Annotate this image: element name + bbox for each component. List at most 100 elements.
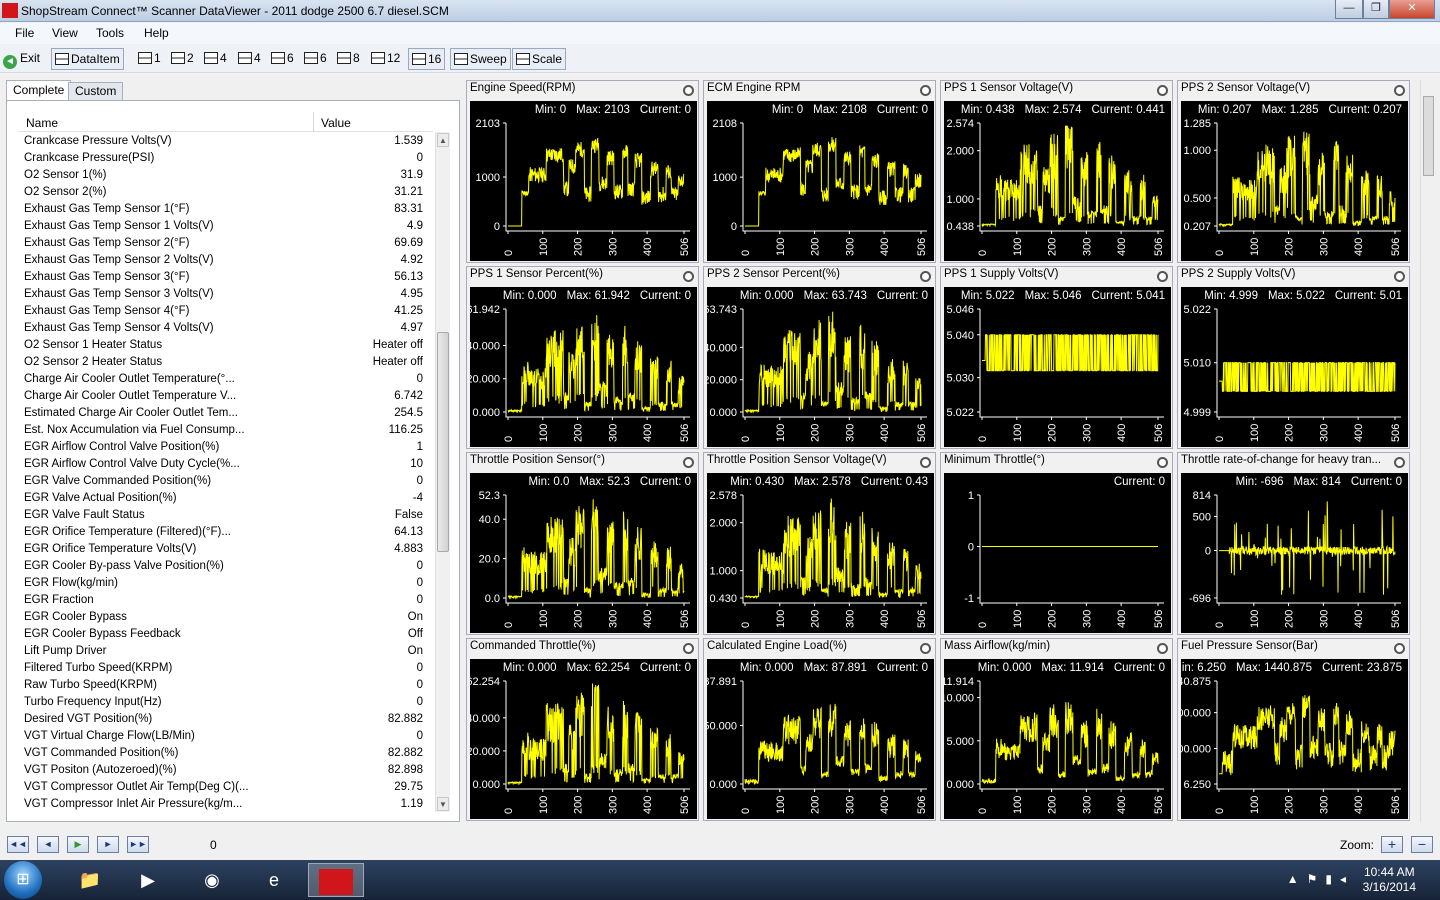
- graph-scrollbar[interactable]: [1420, 80, 1436, 822]
- layout-16-button[interactable]: 16: [408, 48, 446, 70]
- graph-settings-icon[interactable]: [1394, 643, 1405, 654]
- table-row[interactable]: Desired VGT Position(%) 82.882: [19, 711, 433, 728]
- table-row[interactable]: EGR Cooler Bypass Feedback Off: [19, 626, 433, 643]
- table-row[interactable]: EGR Cooler By-pass Valve Position(%) 0: [19, 558, 433, 575]
- table-row[interactable]: EGR Orifice Temperature Volts(V) 4.883: [19, 541, 433, 558]
- first-frame-button[interactable]: ◄◄: [7, 836, 29, 853]
- layout-2-button[interactable]: 2: [171, 48, 194, 70]
- table-row[interactable]: Charge Air Cooler Outlet Temperature V..…: [19, 388, 433, 405]
- graph-panel[interactable]: PPS 1 Supply Volts(V) 5.046 5.040 5.030 5.02…: [940, 266, 1173, 449]
- table-row[interactable]: EGR Valve Commanded Position(%) 0: [19, 473, 433, 490]
- chrome-icon[interactable]: ◉: [184, 863, 240, 897]
- graph-settings-icon[interactable]: [1394, 271, 1405, 282]
- table-row[interactable]: VGT Compressor Outlet Air Temp(Deg C)(..…: [19, 779, 433, 796]
- tab-complete[interactable]: Complete: [6, 80, 72, 100]
- graph-panel[interactable]: Throttle Position Sensor Voltage(V) 2.578…: [703, 452, 936, 635]
- media-player-icon[interactable]: ▶: [120, 863, 176, 897]
- table-row[interactable]: EGR Cooler Bypass On: [19, 609, 433, 626]
- zoom-in-button[interactable]: +: [1381, 836, 1403, 853]
- sweep-button[interactable]: Sweep: [450, 48, 511, 70]
- graph-settings-icon[interactable]: [920, 643, 931, 654]
- menu-view[interactable]: View: [52, 26, 78, 40]
- exit-button[interactable]: ◄ Exit: [3, 48, 40, 70]
- column-divider[interactable]: [313, 112, 314, 132]
- graph-panel[interactable]: Minimum Throttle(°) 1 0 -1 0 100 200 300 400 506 C…: [940, 452, 1173, 635]
- table-row[interactable]: Estimated Charge Air Cooler Outlet Tem..…: [19, 405, 433, 422]
- last-frame-button[interactable]: ►►: [127, 836, 149, 853]
- table-row[interactable]: EGR Orifice Temperature (Filtered)(°F)..…: [19, 524, 433, 541]
- internet-explorer-icon[interactable]: e: [246, 863, 302, 897]
- dataitem-button[interactable]: DataItem: [51, 48, 124, 70]
- graph-settings-icon[interactable]: [1394, 457, 1405, 468]
- layout-6-button[interactable]: 6: [271, 48, 294, 70]
- table-row[interactable]: Exhaust Gas Temp Sensor 4(°F) 41.25: [19, 303, 433, 320]
- graph-settings-icon[interactable]: [920, 457, 931, 468]
- layout-4-button[interactable]: 4: [204, 48, 227, 70]
- explorer-icon[interactable]: 📁: [62, 863, 118, 897]
- graph-settings-icon[interactable]: [683, 643, 694, 654]
- graph-settings-icon[interactable]: [1157, 271, 1168, 282]
- graph-settings-icon[interactable]: [683, 85, 694, 96]
- table-row[interactable]: Exhaust Gas Temp Sensor 2 Volts(V) 4.92: [19, 252, 433, 269]
- table-row[interactable]: EGR Valve Actual Position(%) -4: [19, 490, 433, 507]
- table-row[interactable]: O2 Sensor 1 Heater Status Heater off: [19, 337, 433, 354]
- graph-panel[interactable]: Throttle Position Sensor(°) 52.3 40.0 20.0 0…: [466, 452, 699, 635]
- menu-tools[interactable]: Tools: [96, 26, 124, 40]
- graph-settings-icon[interactable]: [920, 85, 931, 96]
- scroll-thumb[interactable]: [437, 332, 449, 552]
- table-row[interactable]: Crankcase Pressure Volts(V) 1.539: [19, 133, 433, 150]
- graph-settings-icon[interactable]: [683, 457, 694, 468]
- graph-panel[interactable]: Commanded Throttle(%) 62.254 40.000 20.000 0…: [466, 638, 699, 821]
- play-button[interactable]: ▶: [67, 836, 89, 853]
- menu-help[interactable]: Help: [144, 26, 169, 40]
- minimize-button[interactable]: —: [1335, 0, 1363, 19]
- table-row[interactable]: O2 Sensor 1(%) 31.9: [19, 167, 433, 184]
- table-row[interactable]: Filtered Turbo Speed(KRPM) 0: [19, 660, 433, 677]
- table-row[interactable]: Exhaust Gas Temp Sensor 3(°F) 56.13: [19, 269, 433, 286]
- table-row[interactable]: VGT Commanded Position(%) 82.882: [19, 745, 433, 762]
- graph-panel[interactable]: Calculated Engine Load(%) 87.891 50.000 0.0…: [703, 638, 936, 821]
- layout-1-button[interactable]: 1: [138, 48, 161, 70]
- scroll-down-icon[interactable]: ▼: [437, 797, 449, 811]
- graph-settings-icon[interactable]: [1157, 457, 1168, 468]
- table-row[interactable]: EGR Valve Fault Status False: [19, 507, 433, 524]
- start-button[interactable]: ⊞: [4, 861, 42, 899]
- graph-scroll-thumb[interactable]: [1423, 96, 1434, 176]
- table-row[interactable]: Charge Air Cooler Outlet Temperature(°..…: [19, 371, 433, 388]
- close-button[interactable]: ✕: [1389, 0, 1435, 19]
- table-row[interactable]: Lift Pump Driver On: [19, 643, 433, 660]
- layout-8-button[interactable]: 8: [337, 48, 360, 70]
- graph-panel[interactable]: PPS 2 Sensor Percent(%) 63.743 40.000 20.00…: [703, 266, 936, 449]
- graph-settings-icon[interactable]: [1157, 85, 1168, 96]
- graph-settings-icon[interactable]: [1394, 85, 1405, 96]
- graph-panel[interactable]: PPS 1 Sensor Voltage(V) 2.574 2.000 1.000 0.…: [940, 80, 1173, 263]
- table-row[interactable]: VGT Virtual Charge Flow(LB/Min) 0: [19, 728, 433, 745]
- table-row[interactable]: O2 Sensor 2(%) 31.21: [19, 184, 433, 201]
- layout-12-button[interactable]: 12: [371, 48, 400, 70]
- table-row[interactable]: VGT Compressor Inlet Air Pressure(kg/m..…: [19, 796, 433, 811]
- graph-panel[interactable]: Mass Airflow(kg/min) 11.914 10.000 5.000 0.0…: [940, 638, 1173, 821]
- table-row[interactable]: EGR Fraction 0: [19, 592, 433, 609]
- graph-panel[interactable]: PPS 2 Sensor Voltage(V) 1.285 1.000 0.500 0.…: [1177, 80, 1410, 263]
- table-row[interactable]: Exhaust Gas Temp Sensor 1(°F) 83.31: [19, 201, 433, 218]
- graph-panel[interactable]: Throttle rate-of-change for heavy tran..…: [1177, 452, 1410, 635]
- graph-settings-icon[interactable]: [920, 271, 931, 282]
- next-frame-button[interactable]: ►: [97, 836, 119, 853]
- table-row[interactable]: Turbo Frequency Input(Hz) 0: [19, 694, 433, 711]
- clock[interactable]: 10:44 AM 3/16/2014: [1363, 865, 1416, 895]
- layout-4b-button[interactable]: 4: [238, 48, 261, 70]
- prev-frame-button[interactable]: ◄: [37, 836, 59, 853]
- graph-panel[interactable]: PPS 2 Supply Volts(V) 5.022 5.010 4.999 0 100…: [1177, 266, 1410, 449]
- table-row[interactable]: Crankcase Pressure(PSI) 0: [19, 150, 433, 167]
- table-row[interactable]: EGR Airflow Control Valve Position(%) 1: [19, 439, 433, 456]
- graph-panel[interactable]: PPS 1 Sensor Percent(%) 61.942 40.000 20.00…: [466, 266, 699, 449]
- menu-file[interactable]: File: [15, 26, 34, 40]
- graph-panel[interactable]: Fuel Pressure Sensor(Bar) 1440.875 1000.00…: [1177, 638, 1410, 821]
- table-row[interactable]: Exhaust Gas Temp Sensor 3 Volts(V) 4.95: [19, 286, 433, 303]
- graph-settings-icon[interactable]: [683, 271, 694, 282]
- table-row[interactable]: EGR Flow(kg/min) 0: [19, 575, 433, 592]
- column-value-header[interactable]: Value: [321, 116, 351, 130]
- table-row[interactable]: VGT Positon (Autozeroed)(%) 82.898: [19, 762, 433, 779]
- table-row[interactable]: EGR Airflow Control Valve Duty Cycle(%..…: [19, 456, 433, 473]
- shopstream-task-icon[interactable]: [308, 863, 364, 897]
